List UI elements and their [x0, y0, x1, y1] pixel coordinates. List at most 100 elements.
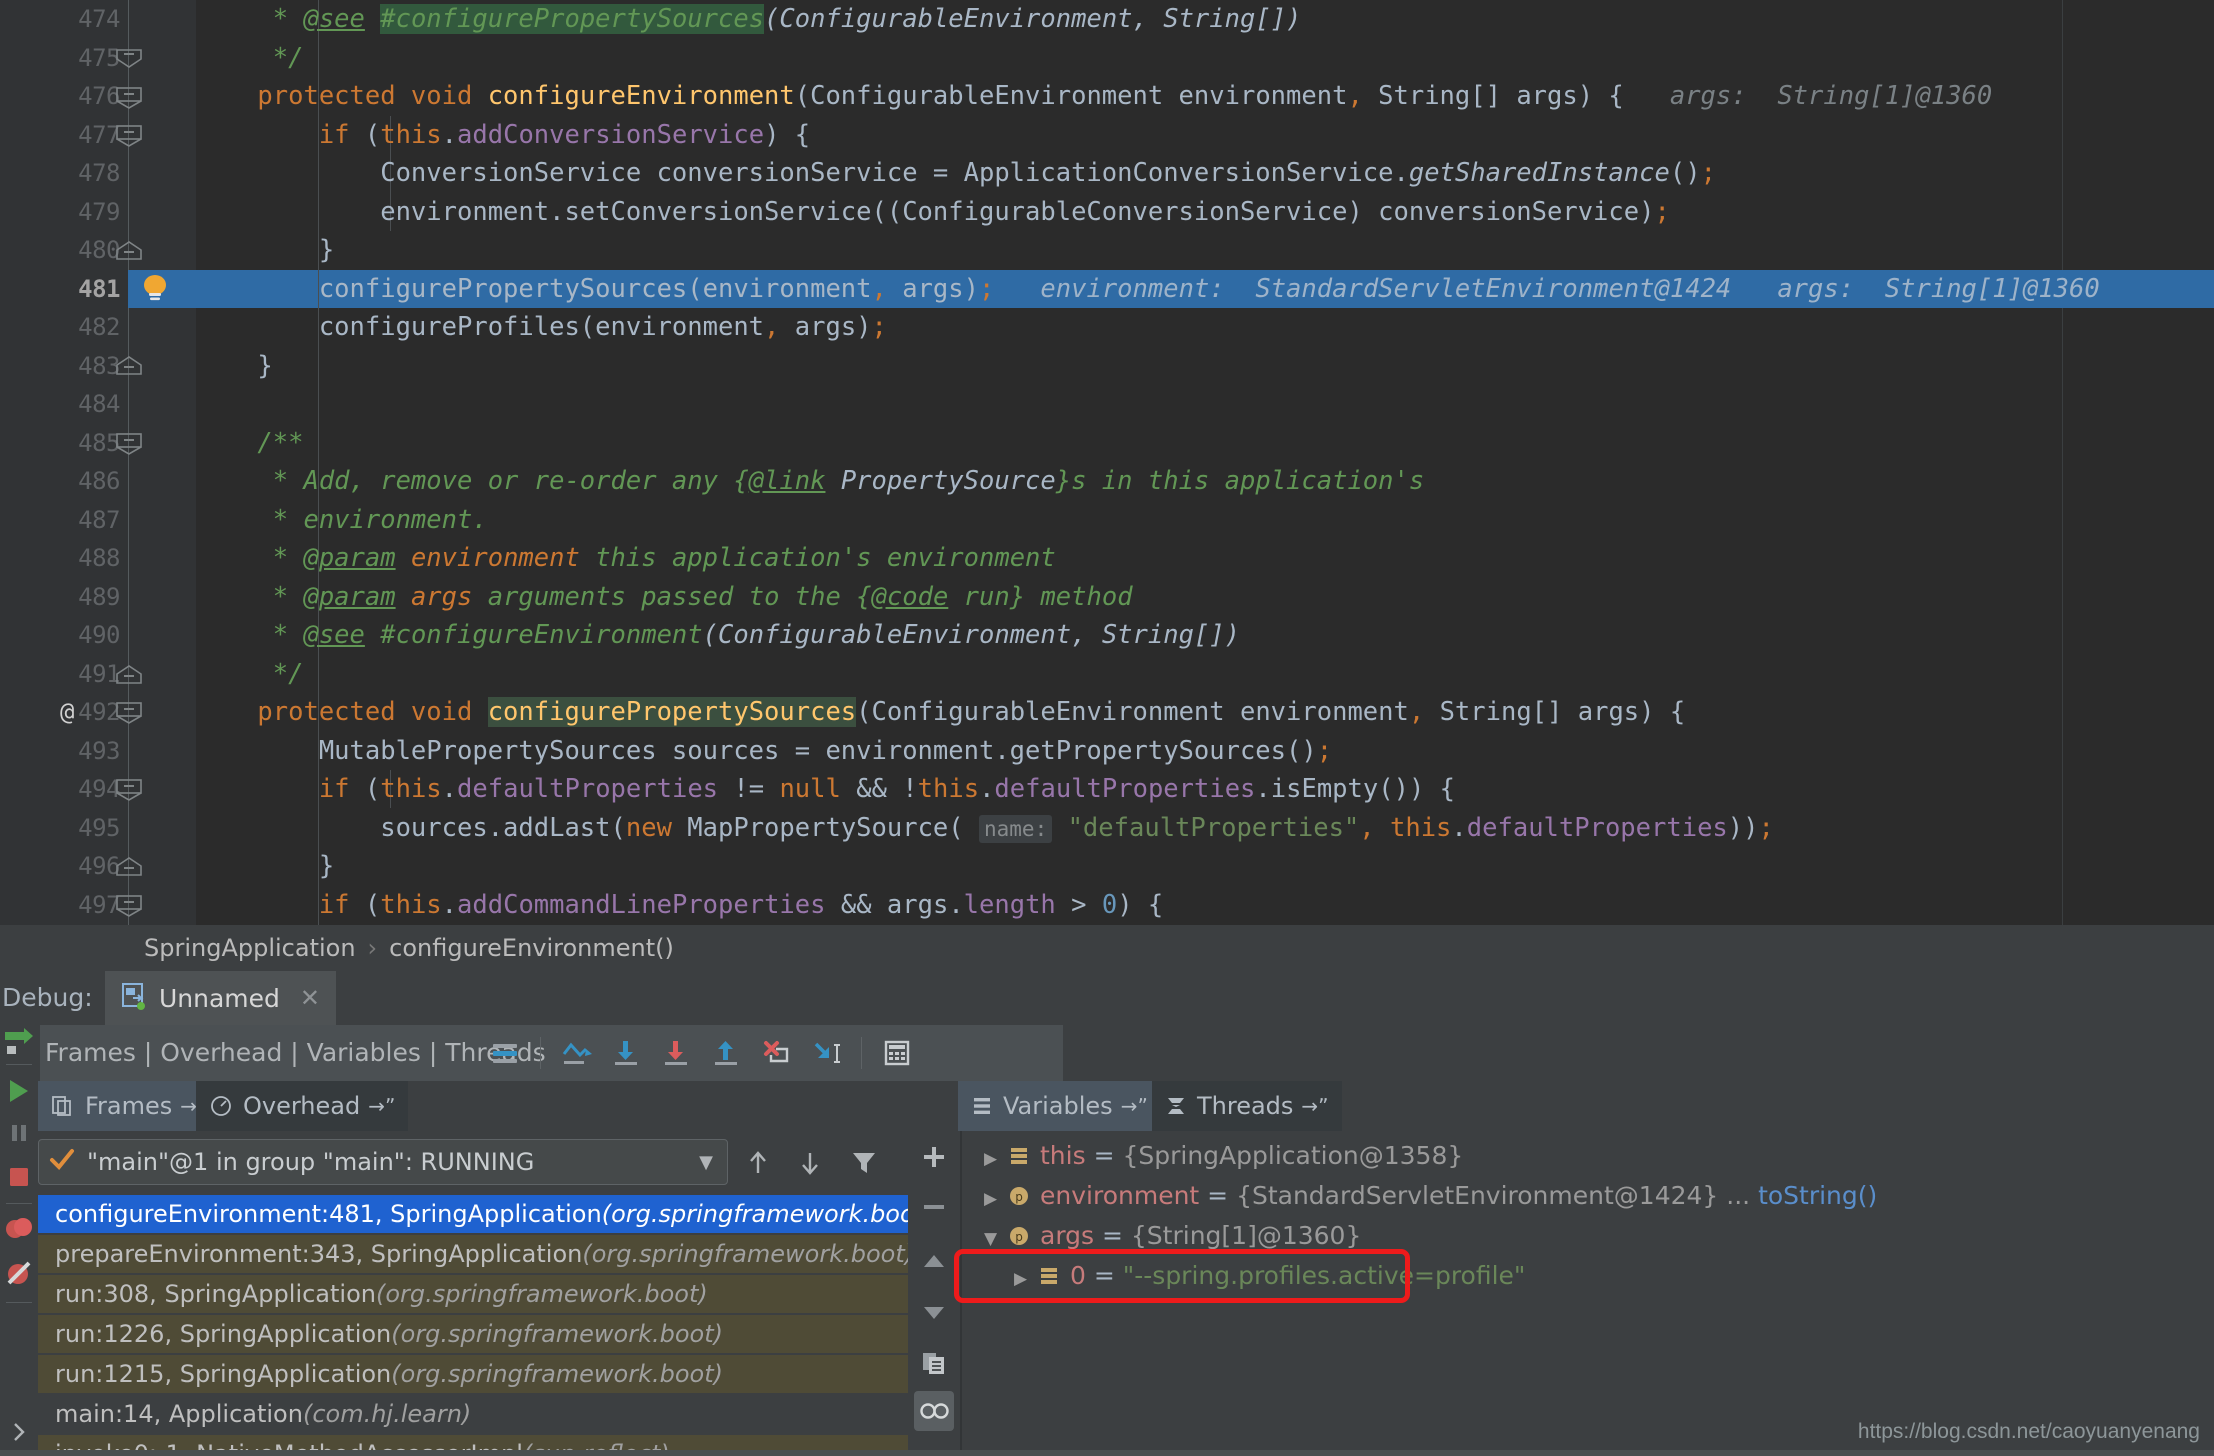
fold-marker-icon[interactable]	[112, 85, 146, 109]
frame-method: run:1226, SpringApplication	[55, 1320, 391, 1348]
debug-tool-window: Debug: Unnamed ✕ Frames | Overhead | Var…	[0, 971, 2214, 1456]
tab-threads[interactable]: Threads →ˮ	[1152, 1081, 1342, 1131]
move-down-icon[interactable]	[914, 1293, 954, 1333]
code-line-490[interactable]: * @see #configureEnvironment(Configurabl…	[196, 616, 1240, 655]
line-number: 488	[0, 539, 120, 578]
code-line-488[interactable]: * @param environment this application's …	[196, 539, 1056, 578]
drop-frame-icon[interactable]	[751, 1025, 801, 1081]
remove-icon[interactable]	[914, 1187, 954, 1227]
tab-variables-arrow-icon[interactable]: →ˮ	[1121, 1094, 1148, 1118]
variable-tostring-link[interactable]: toString()	[1758, 1181, 1877, 1210]
step-into-icon[interactable]	[601, 1025, 651, 1081]
frames-list[interactable]: configureEnvironment:481, SpringApplicat…	[38, 1195, 908, 1455]
line-number: 490	[0, 616, 120, 655]
frame-row[interactable]: main:14, Application(com.hj.learn)	[38, 1395, 908, 1433]
code-line-479[interactable]: environment.setConversionService((Config…	[196, 193, 1670, 232]
frame-row[interactable]: run:1226, SpringApplication(org.springfr…	[38, 1315, 908, 1353]
code-line-496[interactable]: }	[196, 847, 334, 886]
breadcrumb-bar: SpringApplication›configureEnvironment()	[0, 925, 2214, 971]
frame-row[interactable]: prepareEnvironment:343, SpringApplicatio…	[38, 1235, 908, 1273]
fold-marker-icon[interactable]	[112, 777, 146, 801]
show-execution-point-icon[interactable]	[480, 1025, 530, 1081]
line-number: 496	[0, 847, 120, 886]
override-annotation-marker[interactable]: @	[60, 693, 74, 732]
code-line-480[interactable]: }	[196, 231, 334, 270]
code-line-481[interactable]: configurePropertySources(environment, ar…	[196, 270, 2100, 309]
tab-overhead[interactable]: Overhead →ˮ	[196, 1081, 408, 1131]
frame-row[interactable]: run:1215, SpringApplication(org.springfr…	[38, 1355, 908, 1393]
debug-session-tab[interactable]: Unnamed ✕	[105, 971, 336, 1025]
tab-variables[interactable]: Variables →ˮ	[958, 1081, 1161, 1131]
fold-marker-icon[interactable]	[112, 700, 146, 724]
watches-icon[interactable]	[914, 1391, 954, 1431]
move-up-icon[interactable]	[914, 1241, 954, 1281]
tab-overhead-arrow-icon[interactable]: →ˮ	[368, 1094, 395, 1118]
code-line-494[interactable]: if (this.defaultProperties != null && !t…	[196, 770, 1455, 809]
close-icon[interactable]: ✕	[300, 984, 320, 1012]
fold-marker-icon[interactable]	[112, 893, 146, 917]
view-breakpoints-icon[interactable]	[2, 1212, 36, 1246]
expand-triangle-icon[interactable]: ▶	[984, 1180, 1008, 1218]
tab-frames[interactable]: Frames →ˮ	[38, 1081, 220, 1131]
fold-marker-icon[interactable]	[112, 238, 146, 262]
tab-threads-arrow-icon[interactable]: →ˮ	[1301, 1094, 1328, 1118]
step-over-icon[interactable]	[551, 1025, 601, 1081]
code-line-497[interactable]: if (this.addCommandLineProperties && arg…	[196, 886, 1163, 925]
add-icon[interactable]	[914, 1137, 954, 1177]
code-line-493[interactable]: MutablePropertySources sources = environ…	[196, 732, 1332, 771]
toolbar-divider	[6, 1203, 32, 1204]
thread-selector[interactable]: "main"@1 in group "main": RUNNING ▼	[38, 1139, 728, 1185]
arrow-down-icon[interactable]	[790, 1143, 830, 1183]
frames-panel: "main"@1 in group "main": RUNNING ▼ conf…	[38, 1131, 908, 1456]
code-line-487[interactable]: * environment.	[196, 501, 488, 540]
filter-icon[interactable]	[844, 1143, 884, 1183]
chevron-down-icon[interactable]: ▼	[699, 1152, 713, 1173]
intention-bulb-icon[interactable]	[138, 272, 172, 306]
breadcrumb-method[interactable]: configureEnvironment()	[389, 934, 674, 962]
breadcrumb-class[interactable]: SpringApplication	[144, 934, 356, 962]
variable-value: {String[1]@1360}	[1131, 1221, 1361, 1250]
code-line-477[interactable]: if (this.addConversionService) {	[196, 116, 810, 155]
fold-marker-icon[interactable]	[112, 854, 146, 878]
fold-marker-icon[interactable]	[112, 46, 146, 70]
copy-icon[interactable]	[914, 1343, 954, 1383]
code-line-478[interactable]: ConversionService conversionService = Ap…	[196, 154, 1716, 193]
code-line-495[interactable]: sources.addLast(new MapPropertySource( n…	[196, 809, 1774, 849]
breadcrumb[interactable]: SpringApplication›configureEnvironment()	[144, 925, 674, 971]
expand-icon[interactable]	[2, 1415, 36, 1449]
code-line-492[interactable]: protected void configurePropertySources(…	[196, 693, 1685, 732]
stop-icon[interactable]	[2, 1160, 36, 1194]
frame-row[interactable]: run:308, SpringApplication(org.springfra…	[38, 1275, 908, 1313]
code-line-476[interactable]: protected void configureEnvironment(Conf…	[196, 77, 1992, 116]
variable-row-environment[interactable]: ▶penvironment = {StandardServletEnvironm…	[962, 1177, 2214, 1215]
code-line-486[interactable]: * Add, remove or re-order any {@link Pro…	[196, 462, 1424, 501]
code-line-489[interactable]: * @param args arguments passed to the {@…	[196, 578, 1133, 617]
fold-marker-icon[interactable]	[112, 431, 146, 455]
expand-triangle-icon[interactable]: ▶	[984, 1140, 1008, 1178]
frame-package: (org.springframework.boot)	[391, 1360, 723, 1388]
code-editor[interactable]: 474 475 476 477 478 479 480 481 482 483 …	[0, 0, 2214, 925]
arrow-up-icon[interactable]	[738, 1143, 778, 1183]
rerun-icon[interactable]	[2, 1024, 36, 1058]
evaluate-expression-icon[interactable]	[872, 1025, 922, 1081]
line-number: 479	[0, 193, 120, 232]
code-line-483[interactable]: }	[196, 347, 273, 386]
debug-session-icon	[119, 981, 149, 1015]
frame-row[interactable]: configureEnvironment:481, SpringApplicat…	[38, 1195, 908, 1233]
run-to-cursor-icon[interactable]	[801, 1025, 851, 1081]
resume-program-icon[interactable]	[2, 1074, 36, 1108]
code-line-475[interactable]: */	[196, 39, 303, 78]
code-line-482[interactable]: configureProfiles(environment, args);	[196, 308, 887, 347]
force-step-into-icon[interactable]	[651, 1025, 701, 1081]
code-line-474[interactable]: * @see #configurePropertySources(Configu…	[196, 0, 1301, 39]
fold-marker-icon[interactable]	[112, 123, 146, 147]
code-line-491[interactable]: */	[196, 655, 303, 694]
variable-row-this[interactable]: ▶this = {SpringApplication@1358}	[962, 1137, 2214, 1175]
fold-marker-icon[interactable]	[112, 662, 146, 686]
fold-marker-icon[interactable]	[112, 353, 146, 377]
variables-panel[interactable]: ▶this = {SpringApplication@1358} ▶penvir…	[962, 1131, 2214, 1456]
mute-breakpoints-icon[interactable]	[2, 1256, 36, 1290]
pause-program-icon[interactable]	[2, 1116, 36, 1150]
code-line-485[interactable]: /**	[196, 424, 303, 463]
step-out-icon[interactable]	[701, 1025, 751, 1081]
